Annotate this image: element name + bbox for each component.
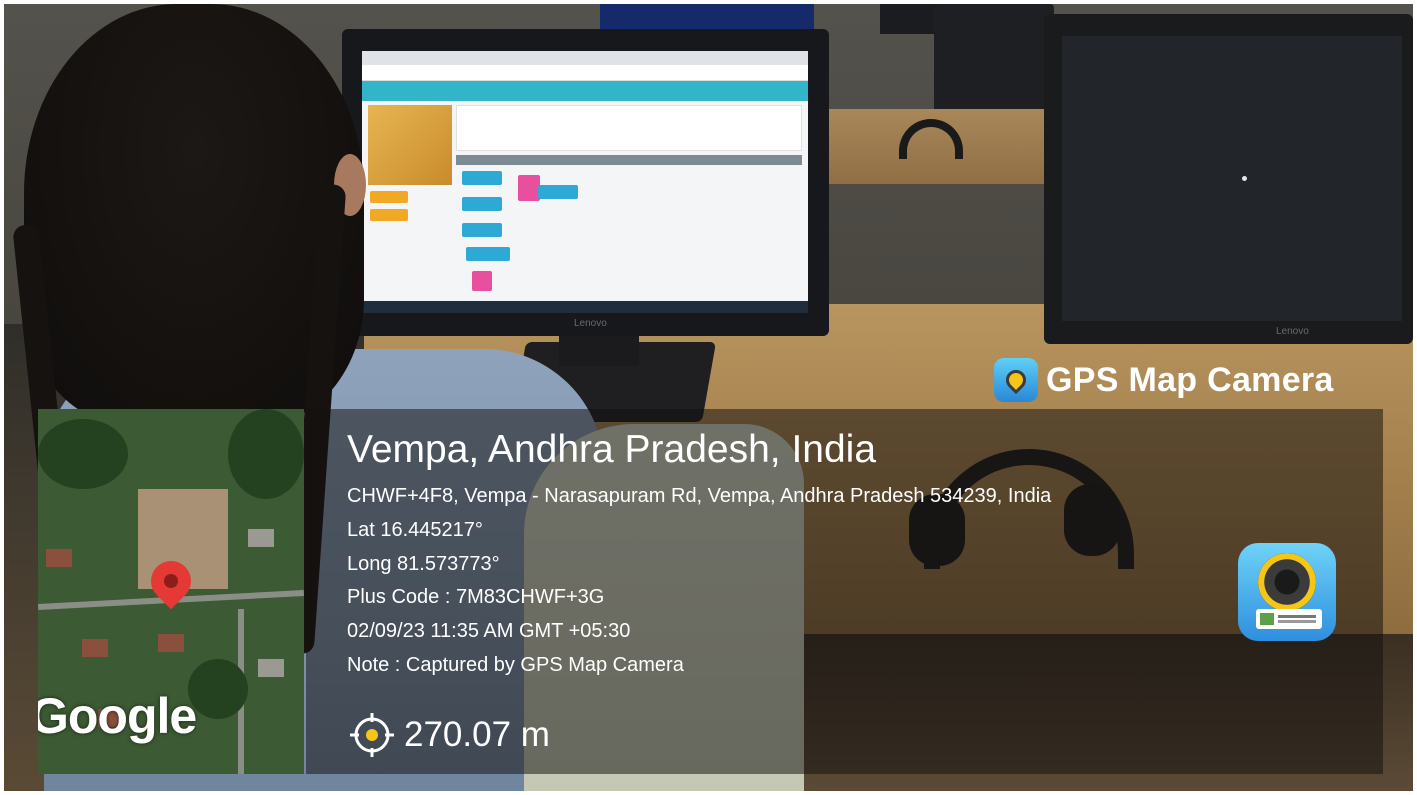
right-monitor-screen xyxy=(1062,36,1402,321)
brand-label: GPS Map Camera xyxy=(1046,360,1334,399)
right-monitor-logo: Lenovo xyxy=(1276,326,1309,337)
map-tree xyxy=(188,659,248,719)
location-map: Google xyxy=(38,409,304,774)
plus-code-line: Plus Code : 7M83CHWF+3G xyxy=(347,586,605,608)
repeat-block xyxy=(472,271,492,291)
camera-lens xyxy=(1258,553,1316,611)
workspace-header xyxy=(456,155,802,165)
datetime-line: 02/09/23 11:35 AM GMT +05:30 xyxy=(347,620,631,642)
when-run-block xyxy=(518,175,540,201)
lesson-header xyxy=(362,81,808,101)
location-title: Vempa, Andhra Pradesh, India xyxy=(347,428,877,471)
background-monitor xyxy=(934,4,1054,114)
code-block xyxy=(462,197,502,211)
latitude-line: Lat 16.445217° xyxy=(347,519,483,541)
longitude-line: Long 81.573773° xyxy=(347,553,500,575)
cursor-dot xyxy=(1242,176,1247,181)
run-button xyxy=(370,191,408,203)
background-screen xyxy=(600,4,814,30)
code-block xyxy=(466,247,510,261)
gps-map-camera-icon xyxy=(994,358,1038,402)
altitude-crosshair-icon xyxy=(350,713,394,757)
instructions-panel xyxy=(456,105,802,151)
app-logo-icon xyxy=(1238,543,1336,641)
browser-tabstrip xyxy=(362,51,808,65)
map-tree xyxy=(228,409,304,499)
browser-addressbar xyxy=(362,65,808,81)
front-monitor-screen xyxy=(362,51,808,313)
code-block xyxy=(462,223,502,237)
move-block xyxy=(538,185,578,199)
see-puzzle-button xyxy=(370,209,408,221)
gps-brand: GPS Map Camera xyxy=(994,356,1334,404)
monitor-stand xyxy=(559,334,639,366)
map-building xyxy=(46,549,72,567)
taskbar xyxy=(362,301,808,313)
map-building xyxy=(258,659,284,677)
note-line: Note : Captured by GPS Map Camera xyxy=(347,654,684,676)
front-monitor-logo: Lenovo xyxy=(574,318,607,329)
code-block xyxy=(462,171,502,185)
pin-icon xyxy=(1001,365,1031,395)
address-line: CHWF+4F8, Vempa - Narasapuram Rd, Vempa,… xyxy=(347,485,1052,507)
map-building xyxy=(82,639,108,657)
photo-frame: Lenovo Lenovo GPS Map Camera Google Vemp… xyxy=(4,4,1413,791)
front-monitor: Lenovo xyxy=(342,29,829,336)
background-monitor-small xyxy=(880,4,940,34)
altitude-value: 270.07 m xyxy=(404,715,550,754)
game-area xyxy=(368,105,452,185)
map-tree xyxy=(38,419,128,489)
map-building xyxy=(158,634,184,652)
map-attribution: Google xyxy=(38,688,197,744)
map-building xyxy=(248,529,274,547)
right-monitor: Lenovo xyxy=(1044,14,1413,344)
info-card xyxy=(1256,609,1322,629)
